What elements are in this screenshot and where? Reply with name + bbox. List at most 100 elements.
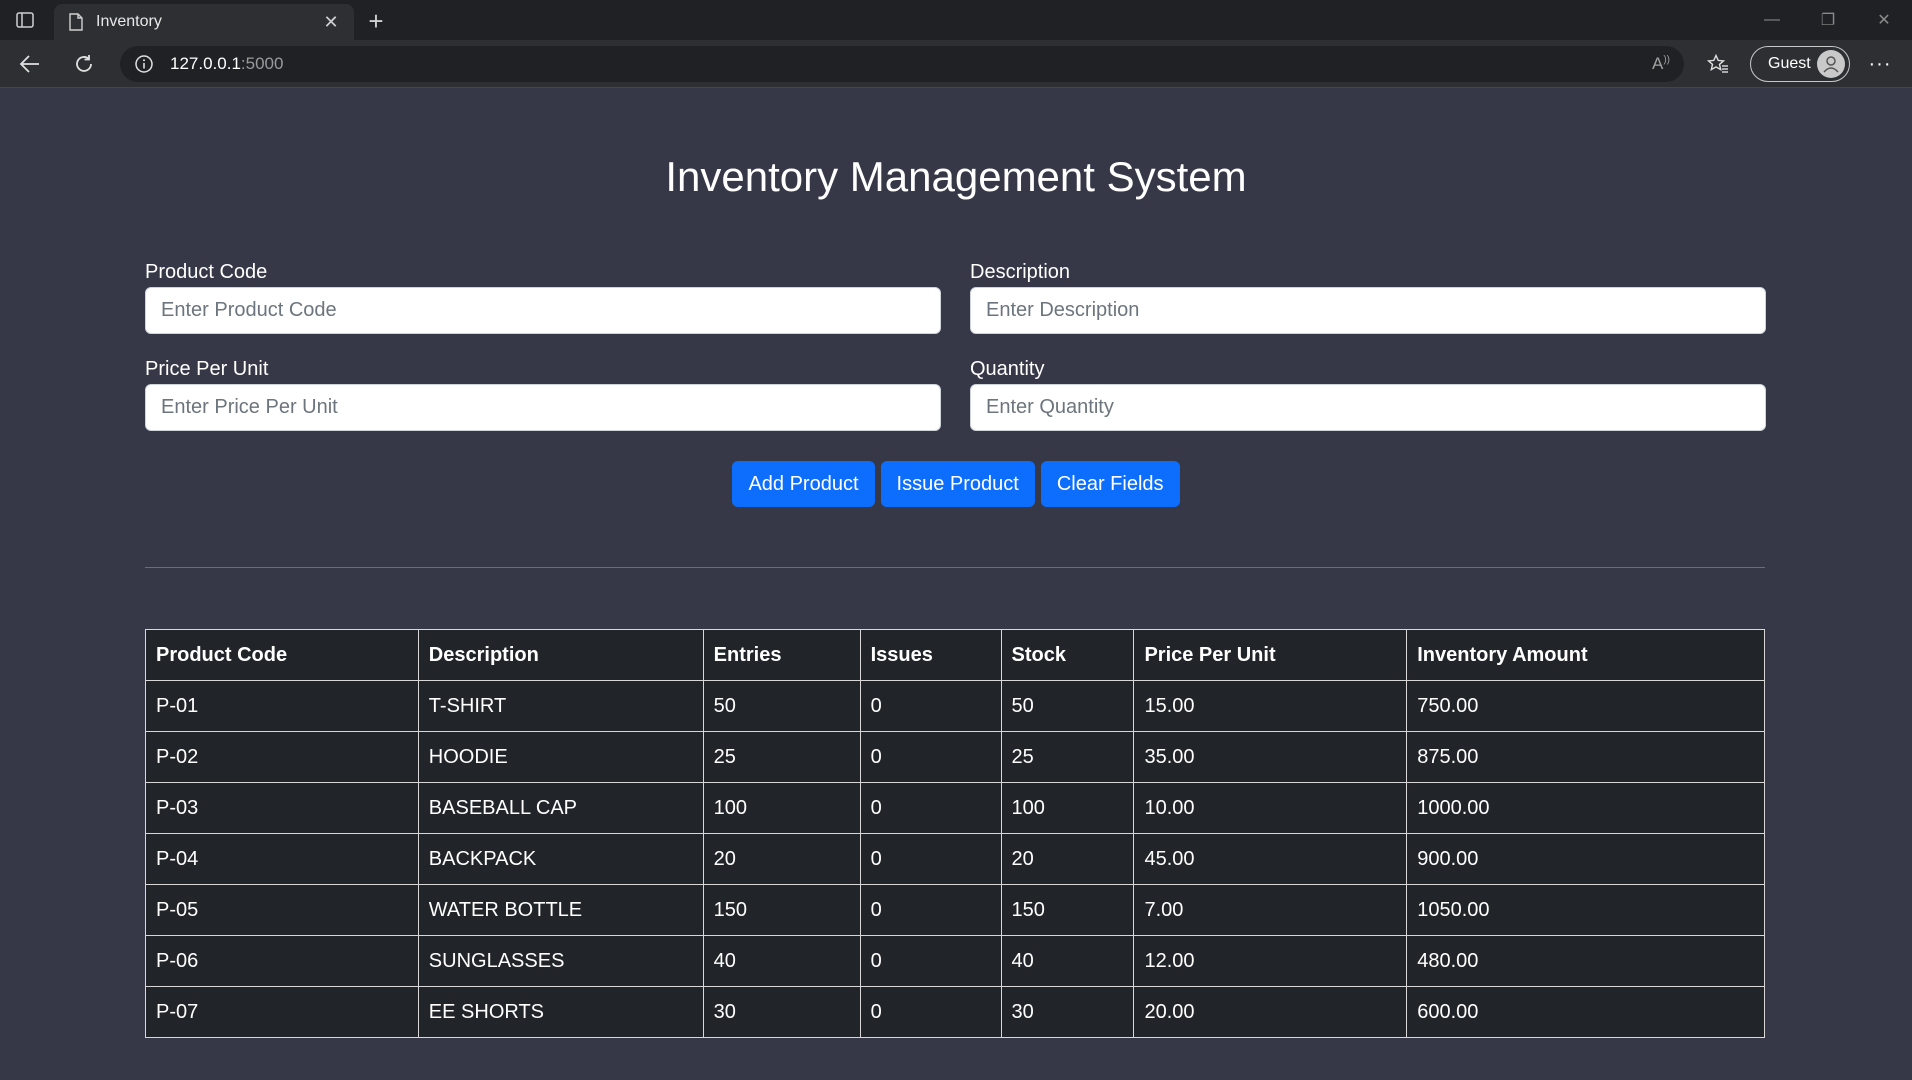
table-cell: 20.00	[1133, 986, 1408, 1038]
table-cell: 50	[1000, 680, 1135, 732]
column-header: Description	[417, 629, 704, 681]
table-cell: 10.00	[1133, 782, 1408, 834]
table-cell: P-07	[145, 986, 419, 1038]
favorites-icon[interactable]	[1700, 48, 1736, 80]
browser-toolbar: 127.0.0.1:5000 A)) Guest ···	[0, 40, 1912, 88]
product-code-label: Product Code	[145, 261, 268, 283]
table-cell: 0	[859, 833, 1002, 885]
table-cell: 35.00	[1133, 731, 1408, 783]
table-cell: 0	[859, 884, 1002, 936]
page-content: Inventory Management System Product Code…	[0, 89, 1912, 1080]
table-cell: 45.00	[1133, 833, 1408, 885]
table-cell: 40	[1000, 935, 1135, 987]
back-icon[interactable]	[12, 48, 48, 80]
new-tab-icon[interactable]: +	[362, 6, 390, 36]
quantity-group: Quantity	[970, 358, 1766, 431]
table-cell: 0	[859, 986, 1002, 1038]
table-cell: 600.00	[1406, 986, 1765, 1038]
divider	[145, 567, 1765, 568]
profile-label: Guest	[1768, 55, 1811, 72]
price-per-unit-label: Price Per Unit	[145, 358, 269, 380]
issue-product-button[interactable]: Issue Product	[880, 461, 1035, 507]
close-tab-icon[interactable]: ✕	[320, 11, 342, 33]
table-cell: P-06	[145, 935, 419, 987]
table-cell: 40	[702, 935, 861, 987]
table-row: P-01 T-SHIRT 50 0 50 15.00 750.00	[145, 680, 1765, 732]
window-controls: — ❐ ✕	[1744, 0, 1912, 40]
table-cell: T-SHIRT	[417, 680, 704, 732]
table-cell: P-02	[145, 731, 419, 783]
column-header: Product Code	[145, 629, 419, 681]
table-cell: P-05	[145, 884, 419, 936]
table-row: P-05 WATER BOTTLE 150 0 150 7.00 1050.00	[145, 884, 1765, 936]
table-body: P-01 T-SHIRT 50 0 50 15.00 750.00 P-02 HOODIE 25 0…	[145, 680, 1765, 1038]
table-cell: P-01	[145, 680, 419, 732]
minimize-icon[interactable]: —	[1744, 0, 1800, 40]
table-cell: 0	[859, 935, 1002, 987]
close-window-icon[interactable]: ✕	[1856, 0, 1912, 40]
column-header: Entries	[702, 629, 861, 681]
table-header-row: Product Code Description Entries Issues Stoc…	[145, 629, 1765, 681]
description-group: Description	[970, 261, 1766, 334]
column-header: Price Per Unit	[1133, 629, 1408, 681]
column-header: Issues	[859, 629, 1002, 681]
table-cell: BASEBALL CAP	[417, 782, 704, 834]
quantity-input[interactable]	[970, 384, 1766, 431]
url-port: :5000	[240, 54, 284, 73]
browser-tab-inventory[interactable]: Inventory ✕	[54, 4, 354, 40]
table-cell: 30	[702, 986, 861, 1038]
price-per-unit-input[interactable]	[145, 384, 941, 431]
table-cell: 20	[702, 833, 861, 885]
table-cell: WATER BOTTLE	[417, 884, 704, 936]
table-row: P-03 BASEBALL CAP 100 0 100 10.00 1000.00	[145, 782, 1765, 834]
tab-actions-icon[interactable]	[10, 8, 40, 32]
table-cell: 480.00	[1406, 935, 1765, 987]
url-host: 127.0.0.1	[170, 54, 241, 73]
column-header: Stock	[1000, 629, 1135, 681]
avatar	[1817, 50, 1845, 78]
refresh-icon[interactable]	[66, 48, 102, 80]
table-cell: 25	[702, 731, 861, 783]
table-cell: 30	[1000, 986, 1135, 1038]
inventory-table: Product Code Description Entries Issues Stoc…	[145, 629, 1765, 1038]
table-cell: 150	[702, 884, 861, 936]
product-code-input[interactable]	[145, 287, 941, 334]
description-input[interactable]	[970, 287, 1766, 334]
table-row: P-02 HOODIE 25 0 25 35.00 875.00	[145, 731, 1765, 783]
table-cell: 0	[859, 680, 1002, 732]
browser-tab-bar: Inventory ✕ + — ❐ ✕	[0, 0, 1912, 40]
table-cell: 100	[702, 782, 861, 834]
table-row: P-07 EE SHORTS 30 0 30 20.00 600.00	[145, 986, 1765, 1038]
table-cell: 1050.00	[1406, 884, 1765, 936]
table-cell: 150	[1000, 884, 1135, 936]
site-info-icon[interactable]	[134, 54, 154, 74]
table-cell: EE SHORTS	[417, 986, 704, 1038]
table-cell: 100	[1000, 782, 1135, 834]
profile-button[interactable]: Guest	[1750, 46, 1850, 82]
table-cell: 1000.00	[1406, 782, 1765, 834]
table-cell: 0	[859, 731, 1002, 783]
restore-icon[interactable]: ❐	[1800, 0, 1856, 40]
table-cell: HOODIE	[417, 731, 704, 783]
document-icon	[66, 12, 86, 32]
read-aloud-icon[interactable]: A))	[1652, 54, 1670, 74]
add-product-button[interactable]: Add Product	[732, 461, 875, 507]
tab-title: Inventory	[96, 13, 162, 30]
table-cell: 900.00	[1406, 833, 1765, 885]
description-label: Description	[970, 261, 1071, 283]
table-cell: BACKPACK	[417, 833, 704, 885]
table-cell: 875.00	[1406, 731, 1765, 783]
price-per-unit-group: Price Per Unit	[145, 358, 941, 431]
table-cell: 15.00	[1133, 680, 1408, 732]
table-cell: P-04	[145, 833, 419, 885]
page-title: Inventory Management System	[665, 153, 1247, 200]
table-cell: 20	[1000, 833, 1135, 885]
action-buttons: Add Product Issue Product Clear Fields	[0, 461, 1912, 507]
clear-fields-button[interactable]: Clear Fields	[1040, 461, 1180, 507]
product-code-group: Product Code	[145, 261, 941, 334]
table-cell: 12.00	[1133, 935, 1408, 987]
quantity-label: Quantity	[970, 358, 1045, 380]
more-options-icon[interactable]: ···	[1862, 48, 1898, 80]
address-bar[interactable]: 127.0.0.1:5000 A))	[120, 46, 1684, 82]
table-cell: 50	[702, 680, 861, 732]
